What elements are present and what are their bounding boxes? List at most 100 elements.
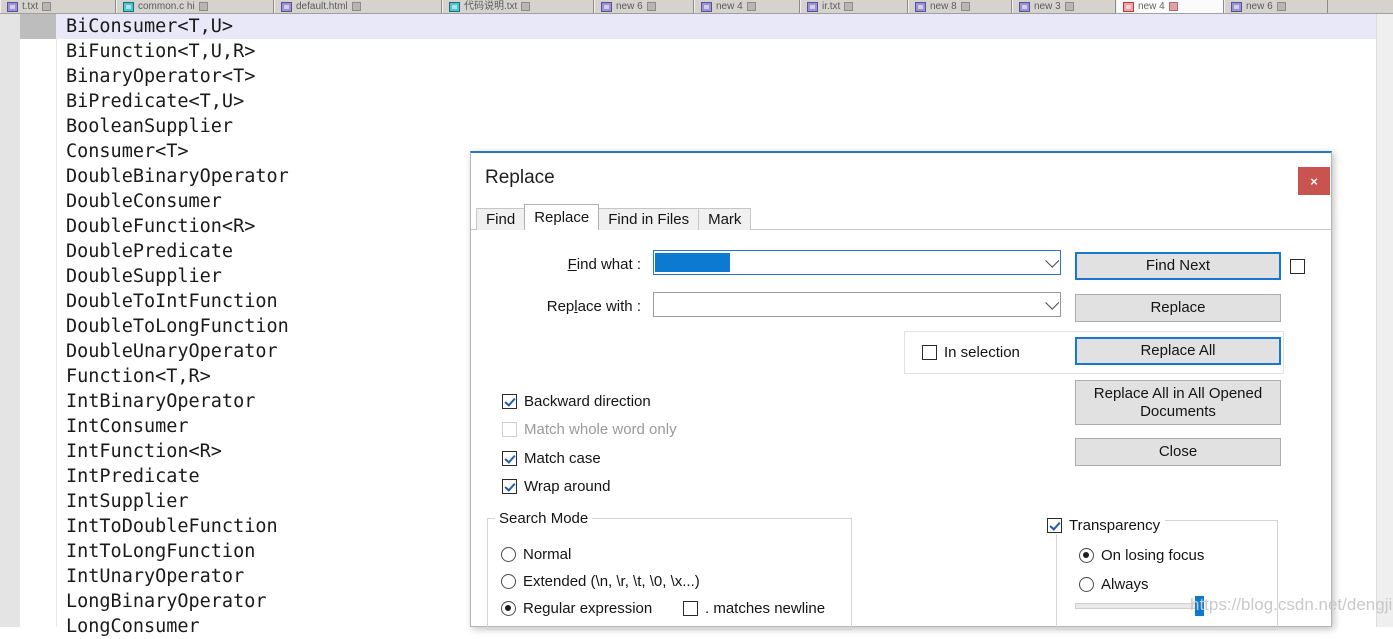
editor-tab-close-icon[interactable] [746, 2, 756, 11]
editor-tab-bar[interactable]: t.txt common.c hi default.html 代码说明.txt new … [0, 0, 1393, 14]
code-line[interactable]: BinaryOperator<T> [56, 64, 1393, 89]
editor-tab-close-icon[interactable] [198, 2, 208, 11]
option-wrap-around[interactable]: Wrap around [502, 478, 610, 495]
document-icon [1231, 1, 1242, 12]
option-label: Wrap around [524, 478, 611, 495]
document-icon [281, 1, 292, 12]
radio-always[interactable]: Always [1079, 576, 1149, 593]
editor-left-margin [0, 14, 20, 627]
radio-label: Regular expression [523, 600, 653, 617]
editor-tab-label: new 6 [1246, 0, 1273, 12]
tab-mark[interactable]: Mark [698, 208, 752, 230]
in-selection-checkbox[interactable]: In selection [922, 344, 1020, 361]
checkbox-box [1290, 259, 1305, 274]
document-icon [1123, 1, 1134, 12]
code-line[interactable]: BiConsumer<T,U> [56, 14, 1393, 39]
document-icon [123, 1, 134, 12]
dot-matches-newline-checkbox[interactable]: . matches newline [683, 600, 825, 617]
editor-tab-8[interactable]: new 3 [1012, 0, 1116, 13]
editor-tab-10[interactable]: new 6 [1224, 0, 1328, 13]
replace-with-input[interactable] [653, 292, 1061, 317]
tab-find[interactable]: Find [476, 208, 526, 230]
chevron-down-icon[interactable] [1045, 253, 1060, 268]
editor-tab-close-icon[interactable] [521, 2, 531, 11]
editor-tab-0[interactable]: t.txt [0, 0, 116, 13]
radio-circle [501, 574, 516, 589]
editor-tab-close-icon[interactable] [1064, 2, 1074, 11]
editor-right-margin [1376, 14, 1393, 627]
radio-on-losing-focus[interactable]: On losing focus [1079, 547, 1204, 564]
replace-all-button[interactable]: Replace All [1075, 337, 1281, 365]
editor-tab-label: t.txt [22, 0, 39, 12]
replace-dialog[interactable]: Replace × Find Replace Find in Files Mar… [470, 151, 1332, 630]
radio-circle [1079, 548, 1094, 563]
checkbox-box [1047, 518, 1062, 533]
tab-replace[interactable]: Replace [524, 204, 600, 230]
radio-circle [1079, 577, 1094, 592]
option-backward-direction[interactable]: Backward direction [502, 393, 651, 410]
dialog-tabs[interactable]: Find Replace Find in Files Mark [476, 204, 752, 230]
editor-tab-close-icon[interactable] [42, 2, 52, 11]
chevron-down-icon[interactable] [1045, 295, 1060, 310]
editor-tab-close-icon[interactable] [1168, 2, 1178, 11]
editor-tab-label: ir.txt [822, 0, 841, 12]
option-label: Backward direction [524, 393, 651, 410]
transparency-slider-track[interactable] [1075, 603, 1197, 609]
editor-tab-7[interactable]: new 8 [908, 0, 1012, 13]
transparency-label: Transparency [1069, 517, 1161, 534]
document-icon [807, 1, 818, 12]
document-icon [449, 1, 460, 12]
tab-find-in-files[interactable]: Find in Files [598, 208, 700, 230]
find-next-button[interactable]: Find Next [1075, 252, 1281, 280]
close-button[interactable]: Close [1075, 438, 1281, 466]
option-match-case[interactable]: Match case [502, 450, 601, 467]
editor-tab-9[interactable]: new 4 [1116, 0, 1224, 13]
document-icon [915, 1, 926, 12]
close-icon[interactable]: × [1298, 167, 1330, 195]
editor-tab-label: 代码说明.txt [464, 0, 518, 12]
in-selection-label: In selection [944, 344, 1020, 361]
find-next-side-checkbox[interactable] [1290, 259, 1312, 274]
replace-button[interactable]: Replace [1075, 294, 1281, 322]
checkbox-box [502, 422, 517, 437]
option-match-whole-word-only: Match whole word only [502, 421, 677, 438]
editor-tab-close-icon[interactable] [351, 2, 361, 11]
code-line[interactable]: BiFunction<T,U,R> [56, 39, 1393, 64]
editor-tab-3[interactable]: 代码说明.txt [442, 0, 594, 13]
radio-circle [501, 601, 516, 616]
document-icon [7, 1, 18, 12]
radio-extended[interactable]: Extended (\n, \r, \t, \0, \x...) [501, 573, 700, 590]
replace-all-opened-documents-button[interactable]: Replace All in All Opened Documents [1075, 380, 1281, 425]
editor-tab-label: new 3 [1034, 0, 1061, 12]
checkbox-box [922, 345, 937, 360]
checkbox-box [683, 601, 698, 616]
radio-normal[interactable]: Normal [501, 546, 571, 563]
editor-tab-1[interactable]: common.c hi [116, 0, 274, 13]
checkbox-box [502, 394, 517, 409]
code-line[interactable]: BooleanSupplier [56, 114, 1393, 139]
editor-tab-close-icon[interactable] [844, 2, 854, 11]
radio-label: On losing focus [1101, 547, 1205, 564]
radio-label: Always [1101, 576, 1149, 593]
find-what-selection-highlight [655, 253, 730, 272]
find-what-input[interactable] [653, 250, 1061, 275]
editor-tab-close-icon[interactable] [960, 2, 970, 11]
transparency-slider-thumb[interactable] [1195, 596, 1204, 616]
transparency-checkbox[interactable]: Transparency [1047, 517, 1166, 534]
code-line[interactable]: BiPredicate<T,U> [56, 89, 1393, 114]
editor-tab-2[interactable]: default.html [274, 0, 442, 13]
editor-tab-label: default.html [296, 0, 348, 12]
transparency-group [1056, 520, 1278, 630]
document-icon [601, 1, 612, 12]
radio-regular-expression[interactable]: Regular expression [501, 600, 652, 617]
editor-tab-6[interactable]: ir.txt [800, 0, 908, 13]
radio-circle [501, 547, 516, 562]
dot-matches-newline-label: . matches newline [705, 600, 826, 617]
checkbox-box [502, 451, 517, 466]
find-what-label: Find what : [567, 256, 641, 273]
search-mode-title: Search Mode [495, 510, 593, 527]
editor-tab-5[interactable]: new 4 [694, 0, 800, 13]
editor-tab-close-icon[interactable] [1276, 2, 1286, 11]
editor-tab-4[interactable]: new 6 [594, 0, 694, 13]
editor-tab-close-icon[interactable] [646, 2, 656, 11]
